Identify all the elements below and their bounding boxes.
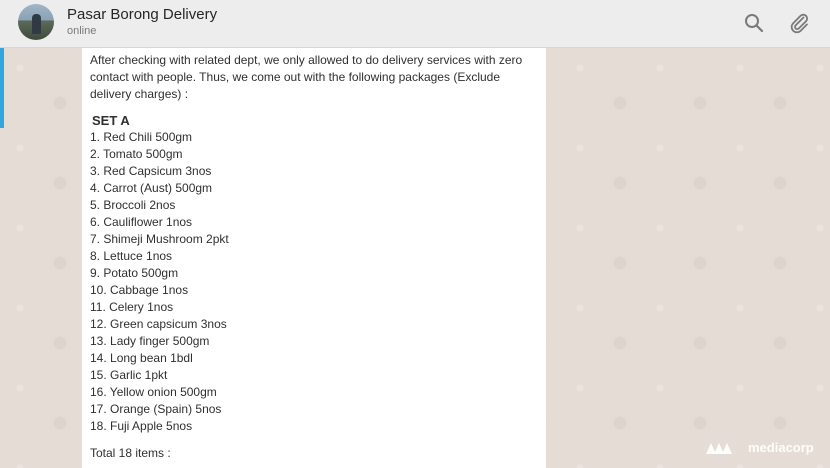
list-item: 17. Orange (Spain) 5nos	[90, 402, 222, 416]
total-items: Total 18 items :	[90, 446, 171, 460]
list-item: 13. Lady finger 500gm	[90, 334, 210, 348]
list-item: 9. Potato 500gm	[90, 266, 179, 280]
list-item: 5. Broccoli 2nos	[90, 198, 176, 212]
list-item: 2. Tomato 500gm	[90, 147, 183, 161]
mediacorp-logo-icon	[706, 442, 732, 454]
message-intro: After checking with related dept, we onl…	[90, 53, 523, 101]
chat-title[interactable]: Pasar Borong Delivery	[67, 6, 217, 23]
list-item: 14. Long bean 1bdl	[90, 351, 193, 365]
list-item: 1. Red Chili 500gm	[90, 130, 193, 144]
list-item: 7. Shimeji Mushroom 2pkt	[90, 232, 229, 246]
list-item: 11. Celery 1nos	[90, 300, 174, 314]
list-item: 4. Carrot (Aust) 500gm	[90, 181, 213, 195]
list-item: 12. Green capsicum 3nos	[90, 317, 227, 331]
search-icon[interactable]	[742, 11, 766, 35]
chat-list-edge	[0, 48, 4, 128]
mediacorp-watermark: mediacorp	[705, 440, 814, 455]
list-item: 8. Lettuce 1nos	[90, 249, 173, 263]
list-item: 3. Red Capsicum 3nos	[90, 164, 212, 178]
item-list: 1. Red Chili 500gm 2. Tomato 500gm 3. Re…	[90, 129, 546, 435]
watermark-text: mediacorp	[748, 440, 814, 455]
chat-header: Pasar Borong Delivery online	[0, 0, 830, 48]
online-status: online	[67, 25, 97, 37]
list-item: 18. Fuji Apple 5nos	[90, 419, 193, 433]
message-bubble: After checking with related dept, we onl…	[82, 48, 546, 468]
avatar[interactable]	[18, 4, 54, 40]
attach-icon[interactable]	[787, 11, 811, 35]
list-item: 10. Cabbage 1nos	[90, 283, 189, 297]
list-item: 6. Cauliflower 1nos	[90, 215, 193, 229]
set-title: SET A	[92, 113, 130, 128]
list-item: 16. Yellow onion 500gm	[90, 385, 217, 399]
avatar-figure	[32, 14, 41, 34]
list-item: 15. Garlic 1pkt	[90, 368, 168, 382]
